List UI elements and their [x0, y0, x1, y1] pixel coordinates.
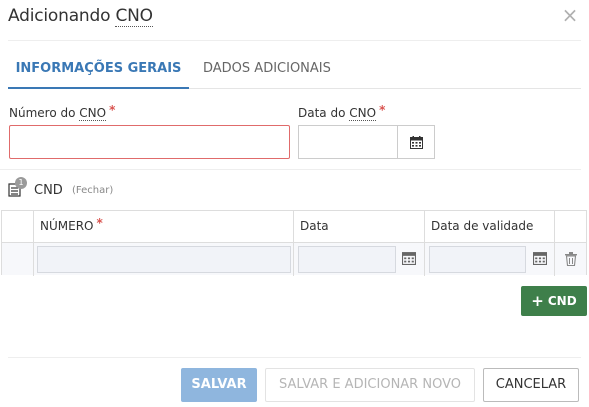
dialog-title: Adicionando CNO: [8, 6, 153, 27]
numero-cno-label-abbr: CNO: [79, 106, 107, 121]
cnd-section-title: CND: [34, 183, 63, 198]
row-data-cell: [294, 243, 425, 276]
numero-cno-input[interactable]: [9, 125, 290, 159]
dialog-title-abbr: CNO: [115, 6, 153, 27]
save-button[interactable]: SALVAR: [181, 368, 257, 402]
column-header-data: Data: [294, 211, 425, 242]
cnd-collapse-toggle[interactable]: (Fechar): [72, 185, 113, 196]
trash-icon[interactable]: [565, 252, 577, 266]
cnd-data-validade-input[interactable]: [429, 246, 526, 273]
cnd-numero-input[interactable]: [37, 246, 291, 273]
cnd-data-input[interactable]: [298, 246, 396, 273]
column-header-numero-label: NÚMERO: [40, 219, 94, 233]
data-cno-label: Data do CNO *: [298, 103, 386, 121]
row-handle-cell: [2, 243, 34, 276]
numero-cno-label: Número do CNO *: [9, 103, 116, 121]
plus-icon: +: [531, 291, 544, 310]
column-header-data-validade: Data de validade: [425, 211, 555, 242]
cancel-button[interactable]: CANCELAR: [483, 368, 579, 402]
tab-dados-adicionais[interactable]: DADOS ADICIONAIS: [203, 52, 331, 89]
tab-informacoes-gerais[interactable]: INFORMAÇÕES GERAIS: [8, 52, 189, 89]
calendar-icon[interactable]: [402, 251, 416, 265]
section-divider: [0, 169, 581, 170]
table-row: [2, 242, 586, 276]
calendar-icon[interactable]: [533, 251, 547, 265]
row-numero-cell: [34, 243, 294, 276]
required-marker: *: [379, 103, 386, 117]
data-cno-input[interactable]: [298, 125, 397, 159]
table-header-actions: [555, 211, 586, 242]
dialog-title-prefix: Adicionando: [8, 6, 116, 26]
tab-bar: INFORMAÇÕES GERAIS DADOS ADICIONAIS: [8, 52, 581, 89]
numero-cno-label-prefix: Número do: [9, 106, 80, 120]
data-cno-label-abbr: CNO: [349, 106, 377, 121]
calendar-icon: [409, 135, 423, 149]
header-divider: [8, 40, 581, 41]
data-cno-calendar-button[interactable]: [397, 125, 435, 159]
data-cno-label-prefix: Data do: [298, 106, 350, 120]
cnd-count-badge: 1: [15, 177, 27, 189]
row-data-validade-cell: [425, 243, 555, 276]
required-marker: *: [109, 103, 116, 117]
table-header-blank: [2, 211, 34, 242]
save-and-add-new-button[interactable]: SALVAR E ADICIONAR NOVO: [265, 368, 475, 402]
column-header-numero: NÚMERO *: [34, 211, 294, 242]
add-cnd-label: CND: [547, 294, 577, 308]
required-marker: *: [96, 216, 103, 230]
row-actions-cell: [555, 243, 586, 276]
cnd-table: NÚMERO * Data Data de validade: [1, 210, 587, 276]
add-cnd-button[interactable]: + CND: [521, 286, 587, 316]
footer-divider: [8, 357, 581, 358]
close-icon[interactable]: ×: [561, 5, 579, 25]
